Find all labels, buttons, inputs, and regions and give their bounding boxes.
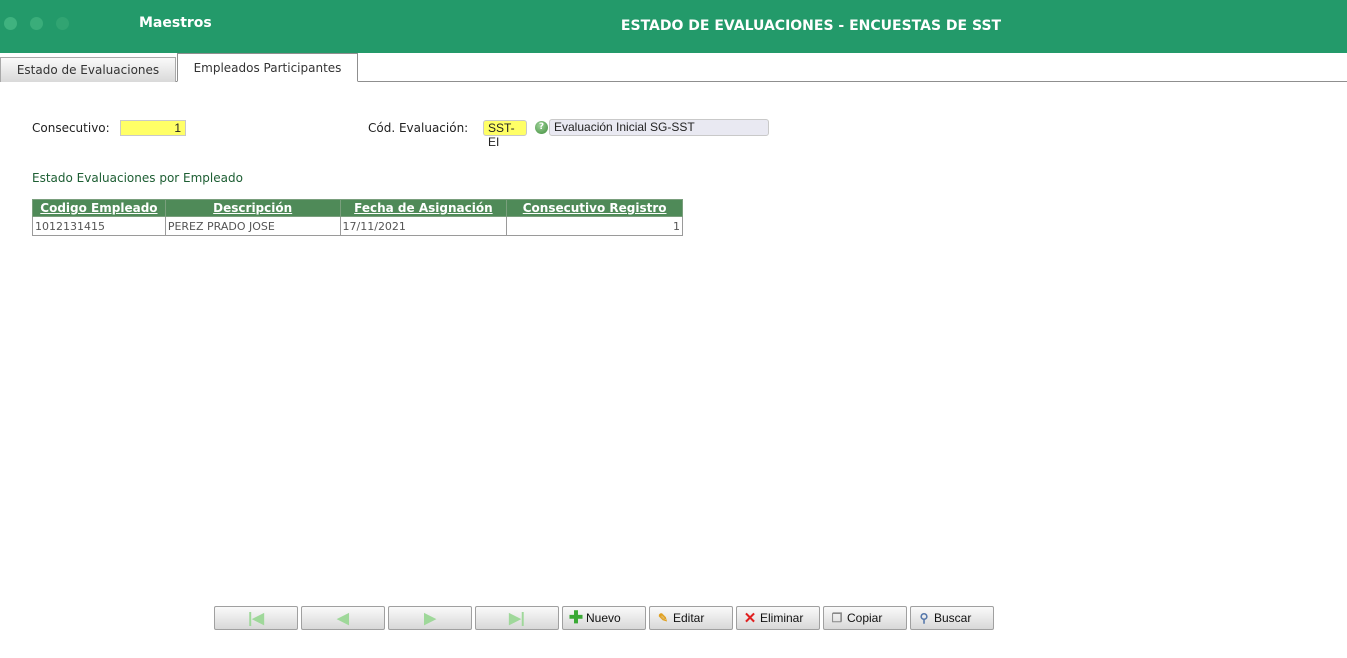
arrow-left-icon: ◀	[337, 610, 349, 627]
first-record-button[interactable]: |◀	[214, 606, 298, 630]
last-record-button[interactable]: ▶|	[475, 606, 559, 630]
delete-x-icon: ✕	[743, 610, 757, 627]
cod-evaluacion-label: Cód. Evaluación:	[368, 121, 469, 135]
help-icon[interactable]: ?	[535, 121, 548, 134]
first-record-icon: |◀	[248, 610, 264, 627]
pencil-icon: ✎	[657, 611, 669, 625]
edit-button[interactable]: ✎ Editar	[649, 606, 733, 630]
page-title: ESTADO DE EVALUACIONES - ENCUESTAS DE SS…	[620, 18, 1002, 34]
table-header-row: Codigo Empleado Descripción Fecha de Asi…	[32, 199, 683, 217]
arrow-right-icon: ▶	[424, 610, 436, 627]
delete-button-label: Eliminar	[760, 611, 804, 625]
copy-icon: ❐	[831, 611, 843, 625]
record-toolbar: |◀ ◀ ▶ ▶| ✚ Nuevo ✎ Editar ✕ Eliminar ❐ …	[214, 606, 994, 630]
new-button-label: Nuevo	[586, 611, 621, 625]
column-header-codigo[interactable]: Codigo Empleado	[32, 199, 166, 217]
plus-icon: ✚	[568, 608, 584, 627]
column-header-descripcion[interactable]: Descripción	[164, 199, 341, 217]
tab-estado-evaluaciones[interactable]: Estado de Evaluaciones	[0, 57, 176, 82]
search-button[interactable]: ⚲ Buscar	[910, 606, 994, 630]
cell-fecha[interactable]: 17/11/2021	[339, 216, 508, 236]
previous-record-button[interactable]: ◀	[301, 606, 385, 630]
consecutivo-field[interactable]: 1	[120, 120, 186, 136]
app-header: Maestros ESTADO DE EVALUACIONES - ENCUES…	[0, 0, 1347, 53]
evaluacion-descripcion-field: Evaluación Inicial SG-SST	[549, 119, 769, 136]
copy-button[interactable]: ❐ Copiar	[823, 606, 907, 630]
consecutivo-label: Consecutivo:	[32, 121, 110, 135]
search-button-label: Buscar	[934, 611, 972, 625]
cell-descripcion[interactable]: PEREZ PRADO JOSE	[164, 216, 341, 236]
cell-codigo[interactable]: 1012131415	[32, 216, 166, 236]
edit-button-label: Editar	[673, 611, 705, 625]
tab-empleados-participantes[interactable]: Empleados Participantes	[177, 53, 358, 82]
column-header-consecutivo[interactable]: Consecutivo Registro	[506, 199, 683, 217]
tab-bar: Estado de Evaluaciones Empleados Partici…	[0, 53, 1347, 82]
cod-evaluacion-field[interactable]: SST-EI	[483, 120, 527, 149]
search-icon: ⚲	[919, 611, 929, 625]
copy-button-label: Copiar	[847, 611, 883, 625]
delete-button[interactable]: ✕ Eliminar	[736, 606, 820, 630]
section-title: Estado Evaluaciones por Empleado	[32, 171, 243, 185]
new-button[interactable]: ✚ Nuevo	[562, 606, 646, 630]
next-record-button[interactable]: ▶	[388, 606, 472, 630]
table-row[interactable]: 1012131415 PEREZ PRADO JOSE 17/11/2021 1	[32, 216, 683, 236]
employees-table: Codigo Empleado Descripción Fecha de Asi…	[32, 199, 683, 236]
last-record-icon: ▶|	[509, 610, 525, 627]
column-header-fecha[interactable]: Fecha de Asignación	[339, 199, 508, 217]
cell-consecutivo[interactable]: 1	[506, 216, 683, 236]
